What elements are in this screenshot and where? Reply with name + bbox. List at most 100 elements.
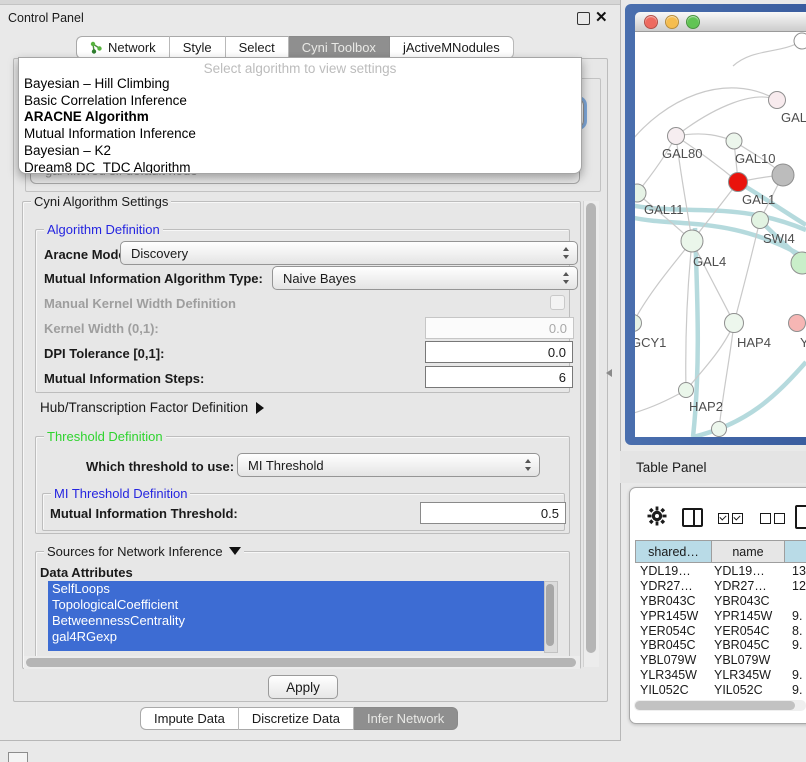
- table-row[interactable]: YER054CYER054C8.: [635, 623, 806, 638]
- attribute-list-item[interactable]: SelfLoops: [48, 581, 544, 597]
- network-node[interactable]: [752, 212, 769, 229]
- attribute-list-item[interactable]: TopologicalCoefficient: [48, 597, 544, 613]
- settings-gear-icon[interactable]: [647, 506, 667, 526]
- network-node[interactable]: [726, 133, 742, 149]
- table-cell: YDL19…: [635, 564, 710, 578]
- zoom-traffic-light-icon[interactable]: [686, 15, 700, 29]
- splitter-handle-icon[interactable]: [606, 369, 612, 377]
- network-node-label: HAP4: [737, 335, 771, 350]
- network-node[interactable]: [789, 315, 806, 332]
- dpi-tolerance-field[interactable]: 0.0: [425, 341, 573, 363]
- apply-button[interactable]: Apply: [268, 675, 338, 699]
- float-window-icon[interactable]: [577, 12, 590, 25]
- unchecked-box-icon: [774, 513, 785, 524]
- network-node[interactable]: [794, 33, 806, 49]
- network-node[interactable]: [769, 92, 786, 109]
- scrollbar-thumb[interactable]: [26, 658, 576, 667]
- which-threshold-combo[interactable]: MI Threshold: [237, 453, 540, 477]
- table-row[interactable]: YIL052CYIL052C9.: [635, 682, 806, 697]
- network-node-label: GAL1: [742, 192, 775, 207]
- network-node-label: GCY1: [635, 335, 666, 350]
- network-node-label: GAL80: [662, 146, 702, 161]
- scrollbar-thumb[interactable]: [586, 203, 596, 653]
- table-cell: 12: [782, 579, 806, 593]
- network-node-label: SWI4: [763, 231, 795, 246]
- mi-steps-field[interactable]: 6: [425, 366, 573, 388]
- network-view-canvas[interactable]: GALGAL80GAL10GAL1GAL11SWI4GAL4GCY1HAP4YH…: [635, 32, 806, 437]
- network-node[interactable]: [772, 164, 794, 186]
- table-row[interactable]: YBR043CYBR043C: [635, 594, 806, 609]
- table-horizontal-scrollbar[interactable]: [634, 700, 806, 711]
- network-node[interactable]: [729, 173, 748, 192]
- control-panel-tabbar: Network Style Select Cyni Toolbox jActiv…: [76, 36, 514, 59]
- algorithm-option[interactable]: Dream8 DC_TDC Algorithm: [19, 160, 581, 174]
- combo-spinner-icon: [563, 247, 570, 259]
- tab-infer-network[interactable]: Infer Network: [354, 707, 458, 730]
- algorithm-option[interactable]: Basic Correlation Inference: [19, 93, 581, 110]
- checked-box-icon: [718, 513, 729, 524]
- column-header-shared[interactable]: shared…: [635, 540, 712, 563]
- unchecked-box-icon: [760, 513, 771, 524]
- network-node[interactable]: [681, 230, 703, 252]
- table-row[interactable]: YBR045CYBR045C9.: [635, 638, 806, 653]
- close-traffic-light-icon[interactable]: [644, 15, 658, 29]
- minimized-panel-icon[interactable]: [8, 752, 28, 762]
- algorithm-option[interactable]: Bayesian – K2: [19, 143, 581, 160]
- network-node[interactable]: [668, 128, 685, 145]
- tab-network[interactable]: Network: [76, 36, 170, 59]
- algorithm-option[interactable]: ARACNE Algorithm: [19, 109, 581, 126]
- tab-impute-data[interactable]: Impute Data: [140, 707, 239, 730]
- table-row[interactable]: YLR345WYLR345W9.: [635, 668, 806, 683]
- attribute-list-item[interactable]: gal4RGexp: [48, 629, 544, 645]
- column-header-partial[interactable]: [785, 540, 806, 563]
- aracne-mode-label: Aracne Mode:: [44, 247, 130, 262]
- table-row[interactable]: YBL079WYBL079W: [635, 653, 806, 668]
- tab-jactivemnodules[interactable]: jActiveMNodules: [390, 36, 514, 59]
- table-panel-title: Table Panel: [636, 460, 707, 475]
- table-row[interactable]: YDR27…YDR27…12: [635, 579, 806, 594]
- table-cell: YBR045C: [635, 638, 710, 652]
- attributes-scrollbar[interactable]: [544, 581, 558, 653]
- algorithm-option[interactable]: Mutual Information Inference: [19, 126, 581, 143]
- table-row[interactable]: YDL19…YDL19…13: [635, 564, 806, 579]
- split-columns-icon[interactable]: [682, 508, 703, 527]
- minimize-traffic-light-icon[interactable]: [665, 15, 679, 29]
- select-all-checkboxes-icon[interactable]: [718, 511, 746, 529]
- network-node[interactable]: [635, 315, 642, 332]
- scrollbar-thumb[interactable]: [546, 584, 554, 646]
- tab-cyni-toolbox[interactable]: Cyni Toolbox: [289, 36, 390, 59]
- network-node[interactable]: [725, 314, 744, 333]
- table-cell: YIL052C: [635, 683, 710, 697]
- dropdown-placeholder: Select algorithm to view settings: [19, 58, 581, 76]
- tab-style[interactable]: Style: [170, 36, 226, 59]
- close-icon[interactable]: ✕: [595, 8, 608, 26]
- hub-definition-expander[interactable]: Hub/Transcription Factor Definition: [40, 400, 264, 415]
- which-threshold-label: Which threshold to use:: [86, 459, 234, 474]
- algorithm-option[interactable]: Bayesian – Hill Climbing: [19, 76, 581, 93]
- scrollbar-thumb[interactable]: [635, 701, 795, 710]
- mi-threshold-group-title: MI Threshold Definition: [51, 486, 190, 501]
- network-window-titlebar[interactable]: [635, 12, 806, 32]
- data-attributes-list: SelfLoopsTopologicalCoefficientBetweenne…: [48, 581, 544, 651]
- deselect-all-checkboxes-icon[interactable]: [760, 511, 788, 529]
- settings-vertical-scrollbar[interactable]: [583, 201, 599, 667]
- network-node[interactable]: [679, 383, 694, 398]
- column-header-name[interactable]: name: [712, 540, 785, 563]
- network-node-label: GAL10: [735, 151, 775, 166]
- mi-type-combo[interactable]: Naive Bayes: [272, 266, 578, 290]
- mi-threshold-field[interactable]: 0.5: [420, 502, 566, 524]
- tab-discretize-data[interactable]: Discretize Data: [239, 707, 354, 730]
- threshold-definition-title: Threshold Definition: [44, 429, 166, 444]
- table-row[interactable]: YPR145WYPR145W9.: [635, 608, 806, 623]
- checked-box-icon: [732, 513, 743, 524]
- attribute-list-item[interactable]: BetweennessCentrality: [48, 613, 544, 629]
- document-icon[interactable]: [795, 505, 806, 529]
- kernel-width-field[interactable]: 0.0: [425, 317, 574, 339]
- network-node[interactable]: [712, 422, 727, 437]
- table-cell: YER054C: [635, 624, 710, 638]
- aracne-mode-combo[interactable]: Discovery: [120, 241, 578, 265]
- settings-horizontal-scrollbar[interactable]: [24, 656, 580, 669]
- network-node[interactable]: [791, 252, 806, 274]
- manual-kernel-checkbox[interactable]: [550, 295, 565, 310]
- tab-select[interactable]: Select: [226, 36, 289, 59]
